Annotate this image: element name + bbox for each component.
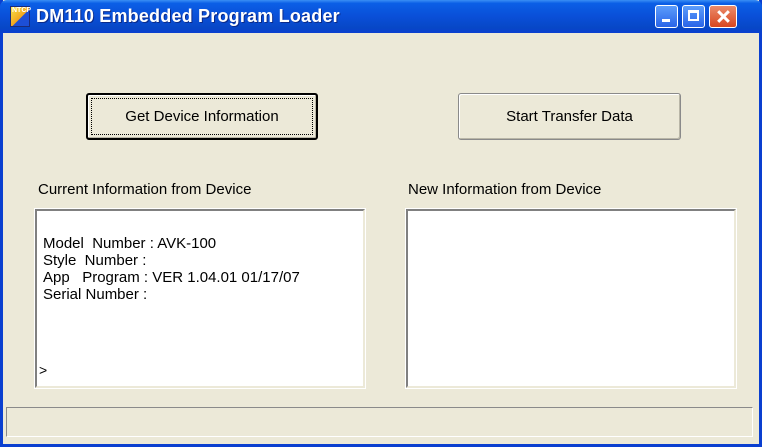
app-icon-text: NTCP (12, 7, 32, 14)
start-transfer-data-button[interactable]: Start Transfer Data (458, 93, 681, 140)
app-program-line: App Program : VER 1.04.01 01/17/07 (43, 269, 300, 286)
status-bar (6, 407, 753, 437)
model-number-line: Model Number : AVK-100 (43, 235, 217, 252)
current-info-label: Current Information from Device (38, 181, 252, 198)
maximize-button[interactable] (682, 5, 705, 28)
title-bar[interactable]: NTCP DM110 Embedded Program Loader (0, 0, 762, 33)
close-button[interactable] (709, 5, 737, 28)
app-icon[interactable]: NTCP (10, 6, 32, 27)
minimize-button[interactable] (655, 5, 678, 28)
start-transfer-data-label: Start Transfer Data (506, 108, 633, 125)
serial-number-line: Serial Number : (43, 286, 148, 303)
current-info-textbox[interactable]: Model Number : AVK-100 Style Number : Ap… (34, 208, 366, 389)
new-info-textbox[interactable] (405, 208, 737, 389)
style-number-line: Style Number : (43, 252, 147, 269)
new-info-label: New Information from Device (408, 181, 602, 198)
focus-ring (91, 98, 313, 135)
prompt-caret: > (39, 362, 48, 378)
window-title: DM110 Embedded Program Loader (36, 6, 340, 26)
get-device-information-button[interactable]: Get Device Information (86, 93, 318, 140)
